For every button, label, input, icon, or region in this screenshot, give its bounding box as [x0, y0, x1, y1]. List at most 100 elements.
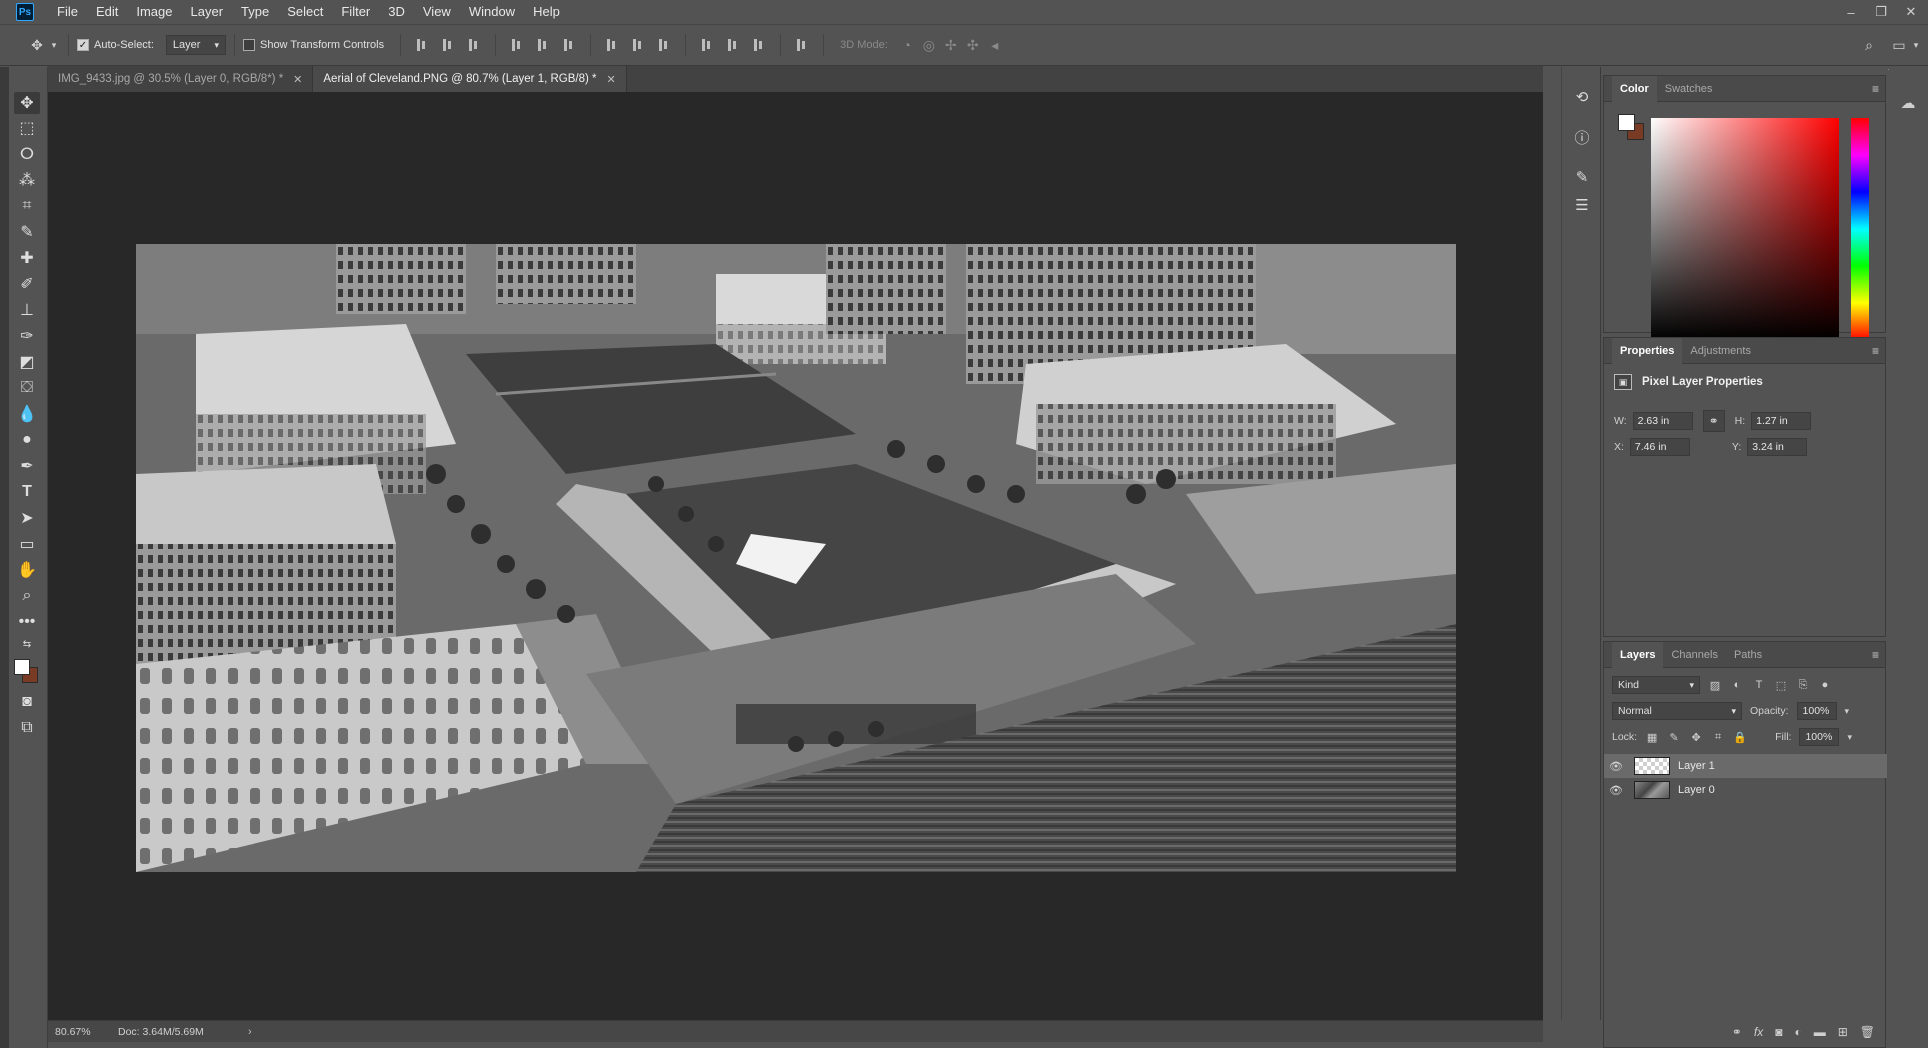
lock-transparent-pixels-icon[interactable]: ▦ — [1645, 731, 1659, 744]
rectangle-tool-icon[interactable]: ▭ — [14, 533, 40, 555]
close-icon[interactable]: ✕ — [293, 73, 302, 86]
foreground-color-swatch[interactable] — [14, 659, 30, 675]
menu-3d[interactable]: 3D — [379, 0, 414, 24]
3d-roll-icon[interactable]: ◎ — [918, 34, 940, 56]
zoom-level[interactable]: 80.67% — [48, 1026, 118, 1038]
tab-layers[interactable]: Layers — [1612, 641, 1664, 668]
link-icon[interactable]: ⚭ — [1702, 410, 1725, 432]
brush-settings-icon[interactable]: ✎ — [1570, 165, 1594, 189]
adjustment-layer-icon[interactable]: ◐ — [1794, 1025, 1801, 1039]
type-tool-icon[interactable]: T — [14, 481, 40, 503]
tab-adjustments[interactable]: Adjustments — [1682, 338, 1759, 364]
info-panel-icon[interactable]: ⓘ — [1570, 125, 1594, 149]
eraser-tool-icon[interactable]: ◩ — [14, 351, 40, 373]
height-field[interactable]: 1.27 in — [1751, 412, 1812, 430]
canvas-area[interactable] — [48, 92, 1543, 1020]
creative-cloud-libraries-icon[interactable]: ☁ — [1895, 92, 1921, 114]
close-icon[interactable]: ✕ — [607, 73, 616, 86]
align-horizontal-centers-icon[interactable] — [536, 38, 550, 52]
restore-button[interactable]: ❐ — [1872, 4, 1890, 20]
trash-icon[interactable]: 🗑 — [1860, 1025, 1875, 1039]
healing-brush-tool-icon[interactable]: ✚ — [14, 247, 40, 269]
menu-select[interactable]: Select — [278, 0, 332, 24]
pen-tool-icon[interactable]: ✒ — [14, 455, 40, 477]
brush-tool-icon[interactable]: ✐ — [14, 273, 40, 295]
close-button[interactable]: ✕ — [1902, 4, 1920, 20]
new-group-icon[interactable]: ▬ — [1814, 1025, 1826, 1039]
new-layer-icon[interactable]: ⊞ — [1838, 1025, 1848, 1039]
magic-wand-tool-icon[interactable]: ⁂ — [14, 169, 40, 191]
tab-channels[interactable]: Channels — [1663, 642, 1725, 668]
distribute-bottom-icon[interactable] — [657, 38, 671, 52]
pixel-filter-icon[interactable]: ▨ — [1708, 679, 1722, 692]
lock-image-pixels-icon[interactable]: ✎ — [1667, 731, 1681, 744]
link-layers-icon[interactable]: ⚭ — [1732, 1025, 1742, 1039]
align-bottom-edges-icon[interactable] — [467, 38, 481, 52]
aerial-photo-canvas[interactable] — [136, 244, 1456, 872]
lasso-tool-icon[interactable]: ⵔ — [14, 143, 40, 165]
x-field[interactable]: 7.46 in — [1629, 438, 1690, 456]
foreground-color-swatch[interactable] — [1618, 114, 1635, 131]
document-tab[interactable]: IMG_9433.jpg @ 30.5% (Layer 0, RGB/8*) *… — [48, 66, 314, 92]
chevron-down-icon[interactable]: ▾ — [1910, 34, 1922, 56]
menu-image[interactable]: Image — [127, 0, 181, 24]
menu-type[interactable]: Type — [232, 0, 278, 24]
chevron-down-icon[interactable]: ▾ — [1845, 706, 1850, 717]
hand-tool-icon[interactable]: ✋ — [14, 559, 40, 581]
lock-position-icon[interactable]: ✥ — [1689, 731, 1703, 744]
eyedropper-tool-icon[interactable]: ✎ — [14, 221, 40, 243]
clone-stamp-tool-icon[interactable]: ⊥ — [14, 299, 40, 321]
dodge-tool-icon[interactable]: ● — [14, 429, 40, 451]
auto-select-checkbox[interactable]: ✓ — [77, 39, 89, 51]
menu-window[interactable]: Window — [460, 0, 524, 24]
layer-name[interactable]: Layer 0 — [1678, 784, 1715, 796]
adjustment-sliders-icon[interactable]: ☰ — [1570, 193, 1594, 217]
document-tab-active[interactable]: Aerial of Cleveland.PNG @ 80.7% (Layer 1… — [313, 66, 627, 92]
move-tool-icon[interactable]: ✥ — [14, 92, 40, 114]
menu-file[interactable]: File — [48, 0, 87, 24]
shape-filter-icon[interactable]: ⬚ — [1774, 679, 1788, 692]
visibility-eye-icon[interactable]: 👁 — [1604, 784, 1628, 797]
width-field[interactable]: 2.63 in — [1632, 412, 1693, 430]
hue-slider[interactable] — [1851, 118, 1869, 340]
tab-properties[interactable]: Properties — [1612, 337, 1683, 364]
align-right-edges-icon[interactable] — [562, 38, 576, 52]
quick-mask-icon[interactable]: ◙ — [14, 691, 40, 713]
history-brush-tool-icon[interactable]: ✑ — [14, 325, 40, 347]
distribute-left-icon[interactable] — [700, 38, 714, 52]
menu-layer[interactable]: Layer — [182, 0, 233, 24]
crop-tool-icon[interactable]: ⌗ — [14, 195, 40, 217]
lock-artboard-icon[interactable]: ⌗ — [1711, 731, 1725, 744]
tab-color[interactable]: Color — [1612, 75, 1657, 102]
3d-pan-icon[interactable]: ✢ — [940, 34, 962, 56]
distribute-vertical-centers-icon[interactable] — [631, 38, 645, 52]
3d-scale-icon[interactable]: ◂ — [984, 34, 1006, 56]
filter-toggle-icon[interactable]: ● — [1818, 679, 1832, 691]
kind-filter-dropdown[interactable]: Kind ▾ — [1612, 676, 1700, 694]
color-picker-field[interactable] — [1651, 118, 1839, 340]
distribute-horizontal-centers-icon[interactable] — [726, 38, 740, 52]
menu-view[interactable]: View — [414, 0, 460, 24]
tab-paths[interactable]: Paths — [1726, 642, 1770, 668]
path-selection-tool-icon[interactable]: ➤ — [14, 507, 40, 529]
3d-orbit-icon[interactable]: ◔ — [896, 34, 918, 56]
type-filter-icon[interactable]: T — [1752, 679, 1766, 691]
menu-edit[interactable]: Edit — [87, 0, 127, 24]
visibility-eye-icon[interactable]: 👁 — [1604, 760, 1628, 773]
blend-mode-dropdown[interactable]: Normal ▾ — [1612, 702, 1742, 720]
move-tool-preset-icon[interactable]: ✥ — [26, 34, 48, 56]
marquee-tool-icon[interactable]: ⬚ — [14, 117, 40, 139]
fill-field[interactable]: 100% — [1799, 728, 1840, 746]
smart-object-filter-icon[interactable]: ⎘ — [1796, 679, 1810, 692]
y-field[interactable]: 3.24 in — [1747, 438, 1808, 456]
tab-swatches[interactable]: Swatches — [1657, 76, 1721, 102]
3d-slide-icon[interactable]: ✣ — [962, 34, 984, 56]
adjustment-filter-icon[interactable]: ◐ — [1730, 679, 1744, 691]
layer-row[interactable]: 👁 Layer 1 — [1604, 754, 1887, 778]
auto-select-target-dropdown[interactable]: Layer ▾ — [165, 35, 226, 55]
align-top-edges-icon[interactable] — [415, 38, 429, 52]
more-tools-icon[interactable]: ••• — [14, 611, 40, 633]
panel-menu-icon[interactable]: ≡ — [1872, 648, 1879, 662]
align-left-edges-icon[interactable] — [510, 38, 524, 52]
paint-bucket-tool-icon[interactable]: ⛋ — [14, 377, 40, 399]
